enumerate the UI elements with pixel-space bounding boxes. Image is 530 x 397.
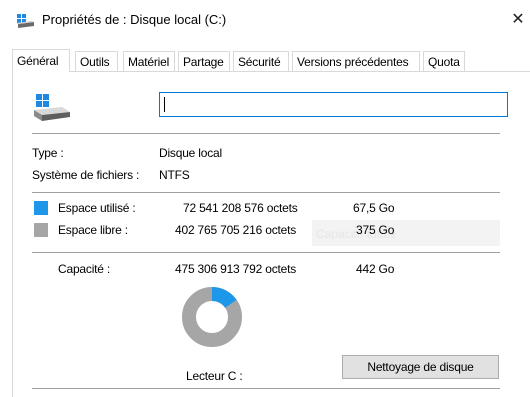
separator-capacity: [32, 252, 500, 253]
text-caret: [164, 97, 165, 112]
used-space-bytes: 72 541 208 576 octets: [183, 201, 298, 215]
free-space-swatch: [34, 223, 48, 237]
free-space-label: Espace libre :: [58, 223, 128, 237]
title-bar: Propriétés de : Disque local (C:) ✕: [0, 0, 530, 40]
used-space-size: 67,5 Go: [353, 201, 395, 215]
drive-icon: [34, 94, 70, 121]
tab-strip: Général Outils Matériel Partage Sécurité…: [12, 49, 530, 72]
type-label: Type :: [32, 146, 64, 160]
tab-materiel[interactable]: Matériel: [123, 51, 175, 71]
free-space-size: 375 Go: [356, 223, 395, 237]
tab-general[interactable]: Général: [12, 49, 70, 72]
capacity-bytes: 475 306 913 792 octets: [175, 262, 297, 276]
usage-donut-chart: [182, 287, 242, 347]
used-space-label: Espace utilisé :: [58, 201, 136, 215]
tab-partage[interactable]: Partage: [178, 51, 230, 71]
capacity-size: 442 Go: [356, 262, 395, 276]
separator-top: [32, 133, 500, 134]
filesystem-value: NTFS: [159, 168, 190, 182]
window-title: Propriétés de : Disque local (C:): [42, 12, 227, 27]
drive-icon: [16, 14, 34, 28]
filesystem-label: Système de fichiers :: [32, 168, 140, 182]
volume-name-input[interactable]: [159, 92, 508, 117]
tab-versions-precedentes[interactable]: Versions précédentes: [292, 51, 420, 71]
close-button[interactable]: ✕: [506, 6, 530, 34]
separator-bottom: [32, 388, 500, 389]
drive-label: Lecteur C :: [186, 369, 243, 383]
type-value: Disque local: [159, 146, 222, 160]
used-space-swatch: [34, 201, 48, 215]
properties-window: Propriétés de : Disque local (C:) ✕ Géné…: [0, 0, 530, 397]
free-space-bytes: 402 765 705 216 octets: [175, 223, 297, 237]
tab-securite[interactable]: Sécurité: [233, 51, 289, 71]
disk-cleanup-button[interactable]: Nettoyage de disque: [342, 355, 499, 379]
tab-outils[interactable]: Outils: [75, 51, 118, 71]
capacity-label: Capacité :: [58, 262, 111, 276]
tab-quota[interactable]: Quota: [423, 51, 465, 71]
separator-middle: [32, 192, 500, 193]
